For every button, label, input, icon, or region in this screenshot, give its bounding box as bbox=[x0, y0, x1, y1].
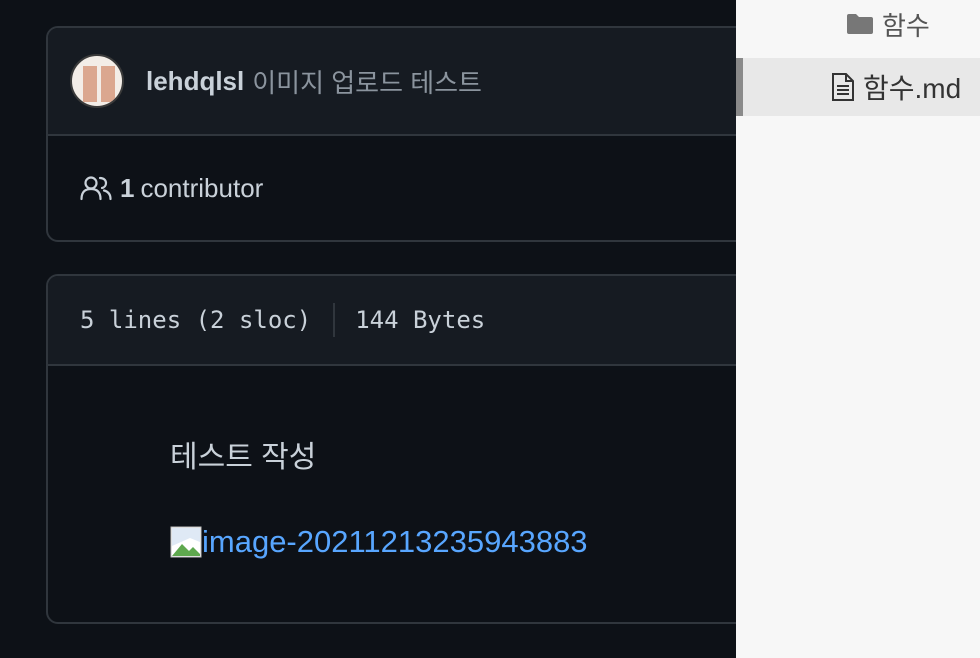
file-size: 144 Bytes bbox=[355, 306, 486, 334]
people-icon bbox=[80, 176, 112, 201]
file-item-selected[interactable]: 함수.md bbox=[736, 58, 980, 116]
commit-header: lehdqlsl 이미지 업로드 테스트 bbox=[48, 28, 764, 136]
file-card: 5 lines (2 sloc) 144 Bytes 테스트 작성 image-… bbox=[46, 274, 766, 624]
markdown-paragraph: 테스트 작성 bbox=[170, 441, 317, 474]
file-lines: 5 lines (2 sloc) bbox=[80, 306, 312, 334]
file-info-header: 5 lines (2 sloc) 144 Bytes bbox=[48, 276, 764, 366]
main-panel: lehdqlsl 이미지 업로드 테스트 1 contributor 5 lin… bbox=[0, 0, 766, 658]
folder-label: 함수 bbox=[882, 10, 930, 41]
broken-image-icon bbox=[170, 526, 202, 558]
contributor-count: 1 bbox=[120, 172, 135, 203]
contributor-label: contributor bbox=[140, 172, 264, 203]
file-icon bbox=[832, 73, 854, 101]
commit-message-link[interactable]: 이미지 업로드 테스트 bbox=[252, 63, 482, 100]
commit-card: lehdqlsl 이미지 업로드 테스트 1 contributor bbox=[46, 26, 766, 242]
file-tree-sidebar: 함수 함수.md bbox=[736, 0, 980, 658]
image-link[interactable]: image-20211213235943883 bbox=[170, 524, 764, 560]
divider bbox=[333, 303, 336, 337]
markdown-body: 테스트 작성 image-20211213235943883 bbox=[48, 432, 764, 560]
folder-icon bbox=[847, 14, 873, 34]
image-alt-text[interactable]: image-20211213235943883 bbox=[202, 524, 588, 560]
avatar[interactable] bbox=[70, 54, 124, 108]
file-label: 함수.md bbox=[863, 73, 962, 104]
contributors-row[interactable]: 1 contributor bbox=[48, 136, 764, 240]
commit-author-link[interactable]: lehdqlsl bbox=[146, 66, 244, 97]
folder-item[interactable]: 함수 bbox=[736, 0, 980, 48]
